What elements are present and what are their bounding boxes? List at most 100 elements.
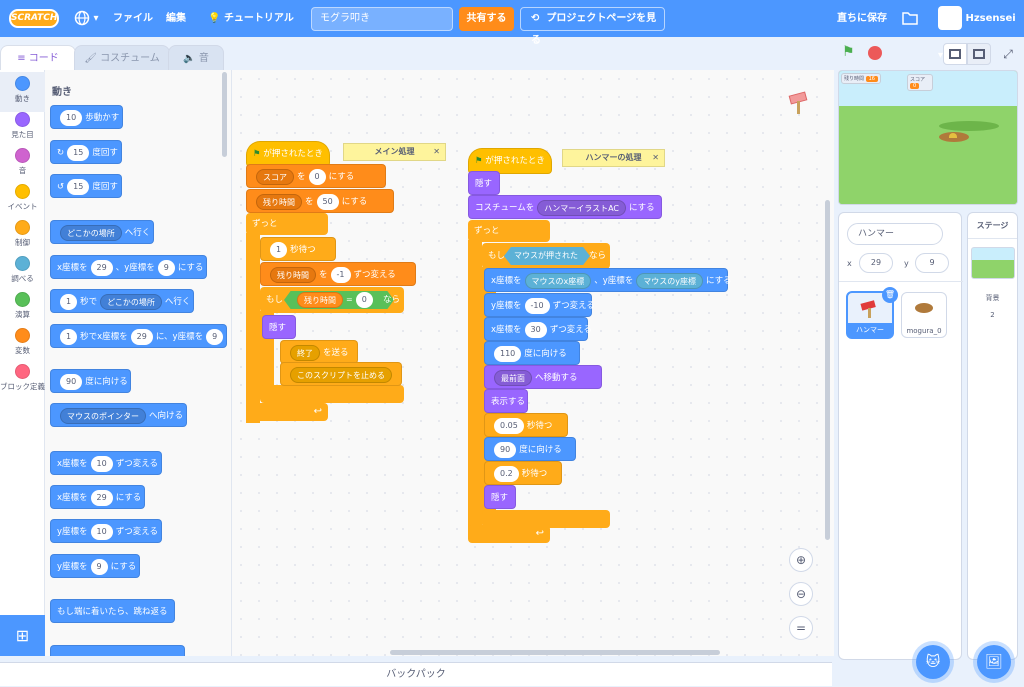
turn-right-block[interactable]: ↻ 15 度回す: [50, 140, 122, 164]
change-y-block[interactable]: y座標を 10 ずつ変える: [50, 519, 162, 543]
goto-target-dropdown[interactable]: どこかの場所: [60, 224, 122, 241]
zoom-in-button[interactable]: ⊕: [789, 548, 813, 572]
seconds-input[interactable]: 1: [60, 328, 78, 345]
x-position-input[interactable]: 29: [859, 253, 893, 273]
backpack-bar[interactable]: バックパック: [0, 662, 832, 686]
mouse-x-reporter[interactable]: マウスのx座標: [524, 272, 592, 289]
stop-script-block[interactable]: このスクリプトを止める: [280, 362, 402, 386]
category-sound[interactable]: 音: [0, 144, 45, 184]
delete-sprite-trash-icon[interactable]: 🗑: [882, 287, 898, 303]
degrees-input[interactable]: 15: [67, 178, 90, 195]
tab-costumes[interactable]: 🖌 コスチューム: [74, 45, 170, 71]
category-motion[interactable]: 動き: [0, 72, 45, 112]
change-x-block[interactable]: x座標を 10 ずつ変える: [50, 451, 162, 475]
layer-dropdown[interactable]: 最前面: [494, 369, 532, 386]
category-variables[interactable]: 変数: [0, 324, 45, 364]
stop-button[interactable]: [868, 46, 882, 60]
if-block[interactable]: もし マウスが押された なら: [482, 243, 610, 269]
seconds-input[interactable]: 1: [270, 241, 288, 258]
close-icon[interactable]: ✕: [433, 144, 440, 160]
scratch-logo[interactable]: SCRATCH: [9, 9, 59, 28]
project-title-input[interactable]: モグラ叩き: [311, 7, 453, 31]
workspace-vertical-scrollbar[interactable]: [825, 200, 830, 540]
point-towards-block[interactable]: マウスのポインター へ向ける: [50, 403, 187, 427]
dx-input[interactable]: 30: [524, 321, 547, 338]
change-y-block[interactable]: y座標を -10 ずつ変える: [484, 293, 595, 317]
category-my-blocks[interactable]: ブロック定義: [0, 360, 45, 408]
see-project-page-button[interactable]: ⟲ プロジェクトページを見る: [520, 7, 665, 46]
point-target-dropdown[interactable]: マウスのポインター: [60, 407, 146, 424]
seconds-input[interactable]: 0.2: [494, 465, 519, 482]
value-input[interactable]: 0: [355, 291, 373, 308]
y-position-input[interactable]: 9: [915, 253, 949, 273]
glide-to-block[interactable]: 1 秒で どこかの場所 へ行く: [50, 289, 195, 313]
x-input[interactable]: 29: [90, 259, 113, 276]
tutorials-menu[interactable]: 💡 チュートリアル: [208, 0, 294, 37]
script-workspace[interactable]: ⚑ が押されたとき メイン処理 ✕ スコアを 0 にする 残り時間を 50 にする ずっと…: [232, 70, 834, 656]
edit-menu[interactable]: 編集: [166, 0, 186, 37]
point-direction-block[interactable]: 90 度に向ける: [484, 437, 576, 461]
forever-block[interactable]: ずっと: [468, 220, 550, 242]
backdrop-thumbnail[interactable]: [971, 247, 1015, 279]
zoom-reset-button[interactable]: =: [789, 616, 813, 640]
category-looks[interactable]: 見た目: [0, 108, 45, 148]
set-y-block[interactable]: y座標を 9 にする: [50, 554, 140, 578]
language-globe-icon[interactable]: ▾: [74, 0, 99, 37]
tab-sounds[interactable]: 🔈 音: [168, 45, 224, 71]
broadcast-block[interactable]: 終了 を送る: [280, 340, 358, 364]
extensions-button[interactable]: ⊞: [0, 615, 45, 656]
sprite-name-input[interactable]: ハンマー: [847, 223, 943, 245]
value-input[interactable]: 50: [316, 193, 339, 210]
set-x-block[interactable]: x座標を 29 にする: [50, 485, 146, 509]
message-dropdown[interactable]: 終了: [290, 344, 320, 361]
comment-note[interactable]: ハンマーの処理 ✕: [562, 149, 665, 167]
workspace-horizontal-scrollbar[interactable]: [390, 650, 720, 655]
glide-target-dropdown[interactable]: どこかの場所: [100, 293, 162, 310]
show-block[interactable]: 表示する: [484, 389, 528, 413]
variable-dropdown[interactable]: 残り時間: [256, 193, 302, 210]
degrees-input[interactable]: 15: [67, 144, 90, 161]
dy-input[interactable]: -10: [524, 297, 550, 314]
hide-block[interactable]: 隠す: [262, 315, 296, 339]
user-account-menu[interactable]: Hzsensei ▾: [938, 0, 1024, 61]
wait-block[interactable]: 0.2 秒待つ: [484, 461, 562, 485]
green-flag-button[interactable]: ⚑: [842, 44, 855, 60]
direction-input[interactable]: 90: [60, 373, 83, 390]
file-menu[interactable]: ファイル: [113, 0, 153, 37]
hide-block[interactable]: 隠す: [468, 171, 500, 195]
x-input[interactable]: 29: [90, 489, 113, 506]
zoom-out-button[interactable]: ⊖: [789, 582, 813, 606]
small-stage-button[interactable]: [943, 43, 967, 65]
mouse-y-reporter[interactable]: マウスのy座標: [636, 272, 704, 289]
dx-input[interactable]: 10: [90, 455, 113, 472]
x-input[interactable]: 29: [130, 328, 153, 345]
sprite-tile-hammer[interactable]: ハンマー 🗑: [846, 287, 898, 339]
y-input[interactable]: 9: [206, 328, 224, 345]
equals-operator[interactable]: 残り時間 = 0: [284, 291, 394, 309]
large-stage-button[interactable]: [967, 43, 991, 65]
comment-note[interactable]: メイン処理 ✕: [343, 143, 446, 161]
value-input[interactable]: 0: [308, 168, 326, 185]
if-block[interactable]: もし 残り時間 = 0 なら: [260, 287, 404, 313]
add-sprite-button[interactable]: 🐱: [916, 645, 950, 679]
sprite-tile-mogura[interactable]: mogura_0: [901, 292, 947, 338]
y-input[interactable]: 9: [157, 259, 175, 276]
forever-block[interactable]: ずっと: [246, 213, 328, 235]
hide-block[interactable]: 隠す: [484, 485, 516, 509]
variable-dropdown[interactable]: 残り時間: [270, 266, 316, 283]
go-to-layer-block[interactable]: 最前面 へ移動する: [484, 365, 602, 389]
point-direction-block[interactable]: 110 度に向ける: [484, 341, 580, 365]
variable-reporter[interactable]: 残り時間: [297, 291, 343, 308]
value-input[interactable]: -1: [330, 266, 351, 283]
steps-input[interactable]: 10: [60, 109, 83, 126]
set-time-block[interactable]: 残り時間を 50 にする: [246, 189, 394, 213]
save-now-button[interactable]: 直ちに保存: [837, 0, 887, 37]
category-sensing[interactable]: 調べる: [0, 252, 45, 292]
wait-block[interactable]: 1 秒待つ: [260, 237, 336, 261]
next-block-partial[interactable]: [50, 645, 185, 656]
share-button[interactable]: 共有する: [459, 7, 514, 31]
bounce-block[interactable]: もし端に着いたら、跳ね返る: [50, 599, 175, 623]
stop-option-dropdown[interactable]: このスクリプトを止める: [290, 366, 392, 383]
add-backdrop-button[interactable]: 🖼: [977, 645, 1011, 679]
fullscreen-button[interactable]: ⤢: [996, 43, 1020, 65]
